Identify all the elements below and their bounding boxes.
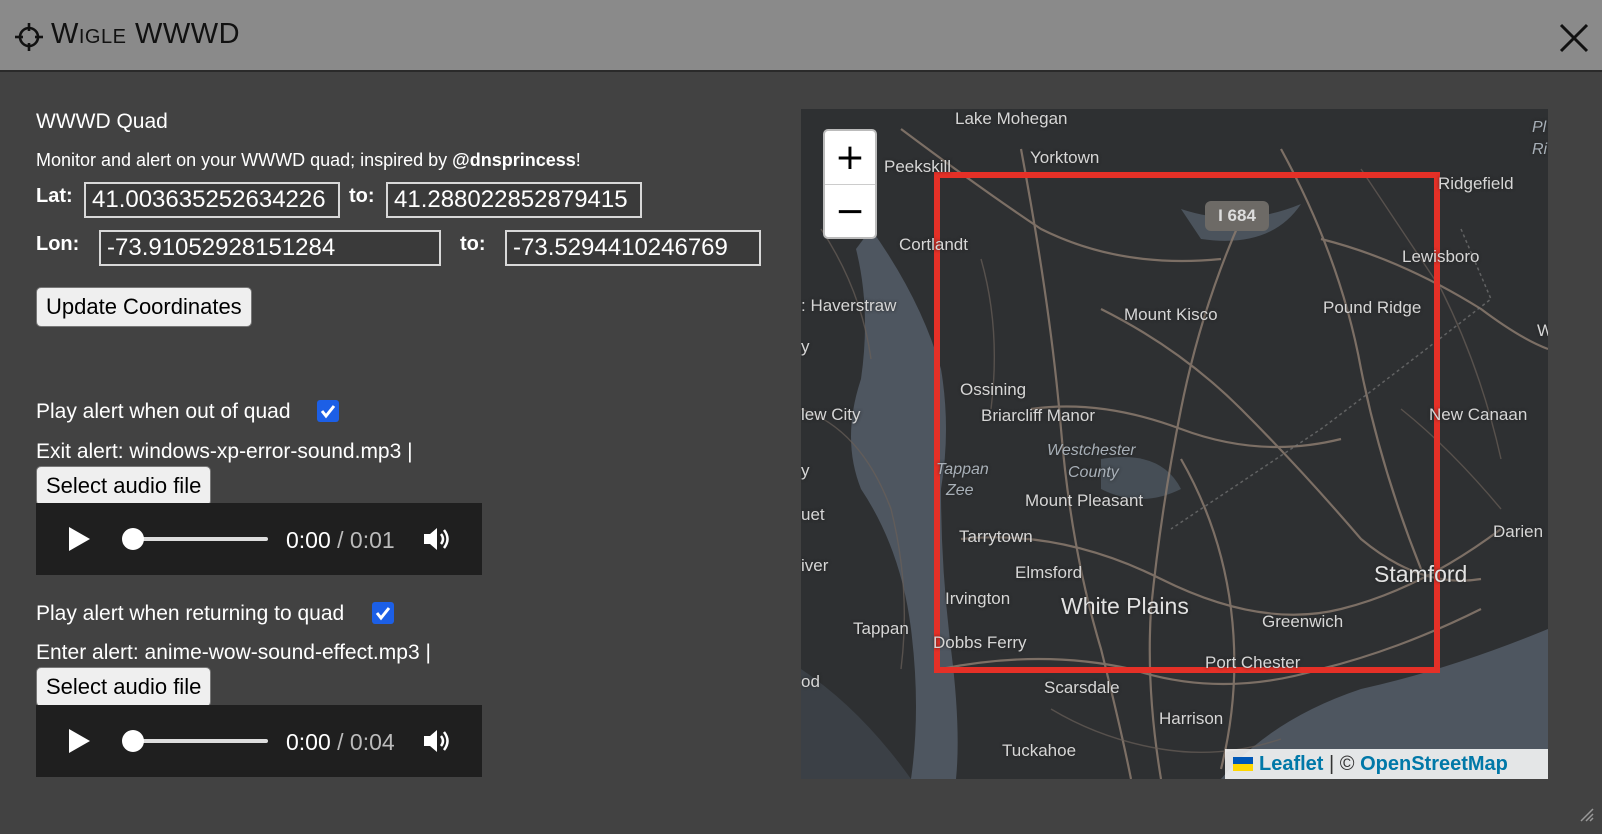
map-label: Westchester (1047, 442, 1136, 459)
checkmark-icon (375, 607, 391, 621)
close-icon[interactable] (1556, 20, 1592, 56)
lon-to-label: to: (460, 233, 486, 255)
checkmark-icon (320, 405, 336, 419)
volume-icon[interactable] (422, 727, 454, 755)
map-label: Cortlandt (899, 235, 968, 254)
map-label: Scarsdale (1044, 678, 1120, 697)
map-label: Pound Ridge (1323, 298, 1422, 317)
update-coordinates-button[interactable]: Update Coordinates (36, 287, 252, 327)
highway-shield: I 684 (1205, 201, 1269, 231)
play-icon[interactable] (66, 727, 92, 755)
attribution-separator: | © (1323, 753, 1361, 775)
map-label: Greenwich (1262, 612, 1344, 631)
lon-from-input[interactable]: -73.91052928151284 (99, 230, 441, 266)
lat-to-label: to: (349, 185, 375, 207)
audio-time: 0:00 / 0:04 (286, 729, 395, 756)
description-text: Monitor and alert on your WWWD quad; ins… (36, 150, 453, 170)
map-label: Irvington (945, 589, 1011, 608)
zoom-out-button[interactable]: − (825, 185, 875, 238)
lon-label: Lon: (36, 233, 80, 255)
enter-alert-file: Enter alert: anime-wow-sound-effect.mp3 … (36, 641, 431, 664)
map-label: Yorktown (1030, 148, 1100, 167)
map-label: Tappan (853, 619, 909, 638)
volume-icon[interactable] (422, 525, 454, 553)
zoom-control: + − (823, 129, 877, 239)
map-label: Mount Kisco (1124, 305, 1218, 324)
map-label: lew City (801, 405, 861, 424)
play-icon[interactable] (66, 525, 92, 553)
map-label: Pl (1532, 119, 1547, 136)
duration: / 0:01 (337, 527, 395, 553)
map-label: y (801, 337, 810, 356)
enter-audio-player: 0:00 / 0:04 (36, 705, 482, 777)
seek-track[interactable] (132, 537, 268, 541)
description-suffix: ! (575, 150, 581, 170)
enter-alert-checkbox[interactable] (372, 602, 394, 624)
map-label: Lake Mohegan (955, 109, 1068, 128)
map-label: W (1537, 321, 1548, 340)
seek-track[interactable] (132, 739, 268, 743)
lat-label: Lat: (36, 185, 73, 207)
title-bar: Wigle WWWD (0, 0, 1602, 72)
map-label: Ossining (960, 380, 1027, 399)
zoom-in-button[interactable]: + (825, 131, 875, 185)
duration: / 0:04 (337, 729, 395, 755)
enter-alert-toggle-label: Play alert when returning to quad (36, 602, 345, 625)
exit-alert-checkbox[interactable] (317, 400, 339, 422)
exit-alert-file: Exit alert: windows-xp-error-sound.mp3 | (36, 440, 413, 463)
map-label: uet (801, 505, 825, 524)
map[interactable]: + − I 684 Lake Mohegan Peekskill Yorktow… (801, 109, 1548, 779)
seek-thumb[interactable] (122, 730, 144, 752)
map-label: Tappan (936, 461, 989, 478)
map-label: Tarrytown (959, 527, 1033, 546)
map-label: Harrison (1159, 709, 1224, 728)
map-label: Stamford (1374, 561, 1468, 587)
map-label: White Plains (1061, 593, 1189, 619)
lat-from-input[interactable]: 41.003635252634226 (84, 182, 340, 218)
map-label: Port Chester (1205, 653, 1301, 672)
audio-time: 0:00 / 0:01 (286, 527, 395, 554)
map-label: Briarcliff Manor (981, 406, 1095, 425)
exit-alert-toggle-label: Play alert when out of quad (36, 400, 291, 423)
map-label: New Canaan (1429, 405, 1528, 424)
quad-description: Monitor and alert on your WWWD quad; ins… (36, 150, 581, 171)
enter-select-audio-button[interactable]: Select audio file (36, 667, 212, 707)
current-time: 0:00 (286, 729, 331, 755)
quad-heading: WWWD Quad (36, 110, 168, 133)
current-time: 0:00 (286, 527, 331, 553)
map-label: County (1068, 464, 1119, 481)
map-label: Darien (1493, 522, 1544, 541)
resize-handle-icon[interactable] (1578, 806, 1594, 822)
lon-to-input[interactable]: -73.5294410246769 (505, 230, 761, 266)
ukraine-flag-icon (1233, 757, 1253, 771)
map-label: Tuckahoe (1002, 741, 1077, 760)
map-label: : Haverstraw (801, 296, 897, 315)
map-label: od (801, 672, 820, 691)
map-label: Zee (946, 482, 974, 499)
map-label: Lewisboro (1402, 247, 1480, 266)
map-label: y (801, 461, 810, 480)
map-label: Peekskill (884, 157, 952, 176)
seek-thumb[interactable] (122, 528, 144, 550)
openstreetmap-link[interactable]: OpenStreetMap (1360, 753, 1508, 775)
leaflet-link[interactable]: Leaflet (1259, 753, 1323, 775)
map-label: Ri (1532, 141, 1548, 158)
map-label: Elmsford (1015, 563, 1083, 582)
lat-to-input[interactable]: 41.288022852879415 (386, 182, 642, 218)
description-handle: @dnsprincess (452, 150, 576, 170)
exit-audio-player: 0:00 / 0:01 (36, 503, 482, 575)
exit-select-audio-button[interactable]: Select audio file (36, 466, 212, 506)
map-label: Mount Pleasant (1025, 491, 1144, 510)
map-label: iver (801, 556, 829, 575)
crosshair-icon (15, 23, 43, 51)
map-attribution: Leaflet | © OpenStreetMap (1225, 749, 1548, 779)
map-label: Dobbs Ferry (933, 633, 1027, 652)
window-title: Wigle WWWD (51, 18, 241, 50)
map-label: Ridgefield (1438, 174, 1514, 193)
